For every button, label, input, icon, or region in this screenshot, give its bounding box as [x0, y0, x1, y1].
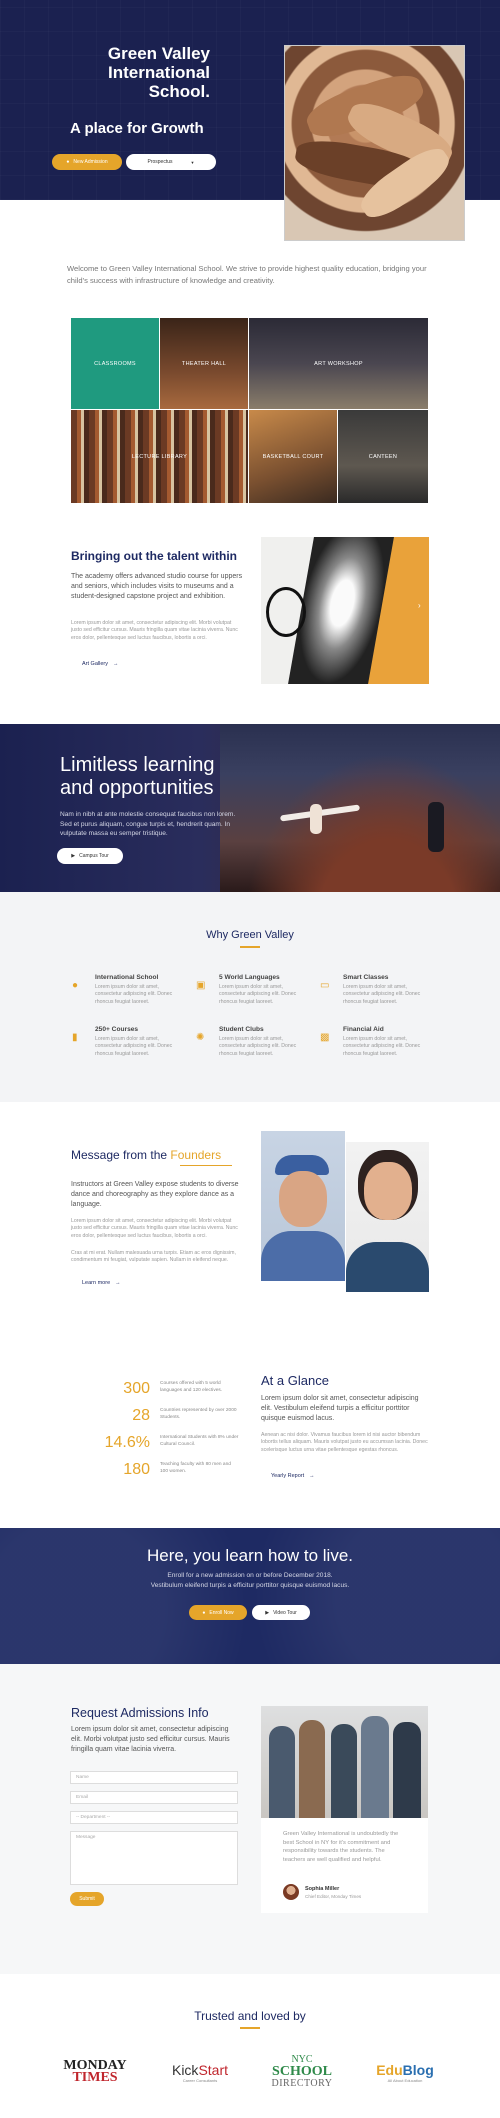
founder-photo-woman: [346, 1142, 429, 1292]
globe-icon: ●: [72, 980, 79, 991]
chevron-down-icon: ▼: [190, 159, 195, 165]
message-field[interactable]: Message: [70, 1831, 238, 1885]
art-sculpture-photo: ›: [261, 537, 429, 684]
book-icon: ▮: [72, 1032, 78, 1043]
learn-more-link[interactable]: Learn more →: [82, 1280, 121, 1286]
video-tour-button[interactable]: ▶ Video Tour: [252, 1605, 310, 1620]
hero-title: Green Valley International School.: [107, 44, 210, 101]
why-heading: Why Green Valley: [206, 929, 294, 941]
hero-tagline: A place for Growth: [70, 120, 204, 137]
heading-underline: [180, 1165, 232, 1166]
stat-value: 180: [123, 1461, 150, 1478]
nyc-school-directory-logo[interactable]: NYC SCHOOL DIRECTORY: [262, 2054, 342, 2090]
hands-together-photo: [284, 45, 465, 241]
money-icon: ▩: [320, 1032, 330, 1043]
gallery-tile-classrooms[interactable]: CLASSROOMS: [71, 318, 159, 409]
limitless-text: Nam in nibh at ante molestie consequat f…: [60, 811, 236, 837]
welcome-text: Welcome to Green Valley International Sc…: [67, 264, 427, 285]
stat-label: International Students with 8% under Cul…: [160, 1435, 239, 1447]
cta-section: Here, you learn how to live. Enroll for …: [0, 1528, 500, 1664]
testimonial-card: Green Valley International is undoubtedl…: [261, 1818, 428, 1913]
glance-body: Aenean ac nisi dolor. Vivamus faucibus l…: [261, 1432, 428, 1453]
founders-heading: Message from the Founders: [71, 1148, 222, 1162]
prospectus-select[interactable]: Prospectus ▼: [126, 154, 216, 170]
kickstart-logo[interactable]: KickStart Career Consultants: [160, 2062, 240, 2083]
founders-body-2: Cras at mi erat. Nullam malesuada urna t…: [71, 1250, 236, 1264]
testimonial-quote: Green Valley International is undoubtedl…: [283, 1831, 399, 1863]
heading-underline: [240, 2027, 260, 2029]
limitless-section: Limitless learning and opportunities Nam…: [0, 724, 500, 892]
glance-intro: Lorem ipsum dolor sit amet, consectetur …: [261, 1395, 419, 1422]
cta-line-2: Vestibulum eleifend turpis a efficitur p…: [150, 1582, 350, 1589]
arrow-right-icon: →: [115, 1280, 121, 1286]
gallery-tile-canteen[interactable]: CANTEEN: [338, 410, 428, 503]
campus-tour-button[interactable]: ▶ Campus Tour: [57, 848, 123, 864]
talent-heading: Bringing out the talent within: [71, 549, 237, 563]
language-icon: ▣: [196, 980, 206, 991]
founder-photo-man: [261, 1131, 345, 1281]
founders-body: Lorem ipsum dolor sit amet, consectetur …: [71, 1218, 238, 1239]
submit-button[interactable]: Submit: [70, 1892, 104, 1906]
admissions-intro: Lorem ipsum dolor sit amet, consectetur …: [71, 1726, 230, 1753]
user-icon: ●: [66, 159, 70, 165]
art-gallery-link[interactable]: Art Gallery →: [82, 661, 118, 667]
stat-value: 28: [132, 1407, 150, 1424]
user-icon: ●: [202, 1609, 206, 1616]
glance-heading: At a Glance: [261, 1373, 329, 1388]
founders-intro: Instructors at Green Valley expose stude…: [71, 1181, 239, 1208]
admissions-heading: Request Admissions Info: [71, 1706, 209, 1720]
laptop-icon: ▭: [320, 980, 330, 991]
avatar: [283, 1884, 299, 1900]
ball-icon: ✺: [196, 1032, 205, 1043]
heading-underline: [240, 946, 260, 948]
talent-intro: The academy offers advanced studio cours…: [71, 573, 243, 600]
edublog-logo[interactable]: EduBlog All About Education: [365, 2062, 445, 2083]
students-photo: [261, 1706, 428, 1818]
testimonial-role: Chief Editor, Monday Times: [305, 1894, 362, 1899]
monday-times-logo[interactable]: MONDAY TIMES: [55, 2059, 135, 2085]
gallery-tile-basketball-court[interactable]: BASKETBALL COURT: [249, 410, 337, 503]
new-admission-button[interactable]: ● New Admission: [52, 154, 122, 170]
play-icon: ▶: [71, 853, 76, 859]
cta-line-1: Enroll for a new admission on or before …: [167, 1572, 333, 1579]
gallery-tile-art-workshop[interactable]: ART WORKSHOP: [249, 318, 428, 409]
stat-label: Countries represented by over 2000 Stude…: [160, 1408, 237, 1420]
stat-value: 300: [123, 1380, 150, 1397]
cta-heading: Here, you learn how to live.: [147, 1546, 353, 1565]
name-field[interactable]: Name: [70, 1771, 238, 1784]
arrow-right-icon: →: [309, 1473, 315, 1479]
stat-label: Teaching faculty with 80 men and 100 wom…: [160, 1462, 231, 1474]
testimonial-author: Sophia Miller: [305, 1886, 340, 1892]
play-icon: ▶: [265, 1609, 270, 1616]
department-select[interactable]: -- Department --: [70, 1811, 238, 1824]
facility-gallery: CLASSROOMS THEATER HALL ART WORKSHOP LEC…: [71, 318, 428, 503]
talent-body: Lorem ipsum dolor sit amet, consectetur …: [71, 620, 238, 641]
enroll-now-button[interactable]: ● Enroll Now: [189, 1605, 247, 1620]
gallery-tile-lecture-library[interactable]: LECTURE LIBRARY: [71, 410, 248, 503]
email-field[interactable]: Email: [70, 1791, 238, 1804]
carousel-next-icon[interactable]: ›: [418, 601, 421, 610]
stat-label: Courses offered with 5 world languages a…: [160, 1381, 223, 1393]
trusted-heading: Trusted and loved by: [194, 2009, 306, 2023]
stat-value: 14.6%: [104, 1434, 150, 1451]
why-section: Why Green Valley ● International School …: [0, 892, 500, 1102]
gallery-tile-theater-hall[interactable]: THEATER HALL: [160, 318, 248, 409]
limitless-heading: Limitless learning and opportunities: [60, 754, 215, 799]
arrow-right-icon: →: [112, 661, 119, 667]
yearly-report-link[interactable]: Yearly Report →: [271, 1473, 315, 1479]
